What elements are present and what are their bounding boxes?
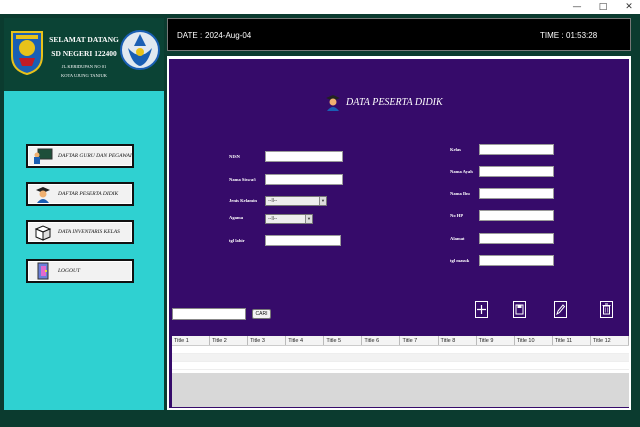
column-header[interactable]: Title 2: [210, 336, 249, 345]
graduate-student-icon: [326, 95, 340, 111]
pencil-icon: [554, 301, 567, 318]
nisn-input[interactable]: [265, 151, 343, 162]
nama-ayah-label: Nama Ayah: [450, 169, 473, 174]
nav-logout-button[interactable]: LOGOUT: [26, 259, 134, 283]
main-panel: DATA PESERTA DIDIK NISN Nama Siswa/i Jen…: [167, 56, 631, 410]
date-value: 2024-Aug-04: [205, 31, 252, 40]
save-button[interactable]: [512, 300, 527, 319]
column-header[interactable]: Title 6: [362, 336, 401, 345]
search-input[interactable]: [172, 308, 246, 320]
kelas-label: Kelas: [450, 147, 461, 152]
maximize-button[interactable]: □: [596, 1, 610, 13]
kelas-input[interactable]: [479, 144, 554, 155]
graduate-student-icon: [32, 184, 54, 204]
table-empty-area: [172, 373, 629, 407]
tgl-masuk-label: tgl masuk: [450, 258, 470, 263]
time-value: 01:53:28: [566, 31, 598, 40]
column-header[interactable]: Title 4: [286, 336, 325, 345]
nama-siswa-label: Nama Siswa/i: [229, 177, 256, 182]
school-name: SD NEGERI 122400: [51, 49, 117, 58]
tgl-masuk-input[interactable]: [479, 255, 554, 266]
column-header[interactable]: Title 12: [591, 336, 629, 345]
nav-daftar-peserta-button[interactable]: DAFTAR PESERTA DIDIK: [26, 182, 134, 206]
nav-logout-label: LOGOUT: [58, 268, 81, 274]
agama-select[interactable]: --Il-- ▼: [265, 214, 313, 224]
time-label: TIME :: [540, 31, 564, 40]
welcome-text: SELAMAT DATANG: [49, 35, 119, 44]
nav-inventaris-kelas-label: DATA INVENTARIS KELAS: [58, 229, 120, 235]
column-header[interactable]: Title 5: [324, 336, 363, 345]
sidebar: SELAMAT DATANG SD NEGERI 122400 JL.KERID…: [4, 18, 164, 410]
minimize-button[interactable]: —: [570, 1, 584, 13]
school-city: KOTA UJUNG TANJUK: [61, 73, 107, 78]
nama-ibu-label: Nama Ibu: [450, 191, 470, 196]
column-header[interactable]: Title 10: [515, 336, 553, 345]
tgl-lahir-label: tgl lahir: [229, 238, 245, 243]
school-address: JL.KERIDUPAN NO 01: [61, 64, 107, 69]
table-header: Title 1 Title 2 Title 3 Title 4 Title 5 …: [172, 336, 629, 346]
nav-daftar-guru-button[interactable]: DAFTAR GURU DAN PEGAWAI: [26, 144, 134, 168]
alamat-label: Alamat: [450, 236, 465, 241]
chevron-down-icon: ▼: [305, 215, 312, 223]
agama-value: --Il--: [268, 216, 278, 222]
nav-daftar-guru-label: DAFTAR GURU DAN PEGAWAI: [58, 153, 132, 159]
table-row[interactable]: [172, 354, 629, 362]
nama-ayah-input[interactable]: [479, 166, 554, 177]
chevron-down-icon: ▼: [319, 197, 326, 205]
date-label: DATE :: [177, 31, 203, 40]
box-icon: [32, 222, 54, 242]
door-exit-icon: [32, 261, 54, 281]
nama-ibu-input[interactable]: [479, 188, 554, 199]
add-button[interactable]: [474, 300, 489, 319]
jenis-kelamin-label: Jenis Kelamin: [229, 198, 257, 203]
column-header[interactable]: Title 9: [477, 336, 515, 345]
no-hp-label: No HP: [450, 213, 464, 218]
tgl-lahir-input[interactable]: [265, 235, 341, 246]
column-header[interactable]: Title 1: [172, 336, 211, 345]
tut-wuri-handayani-logo: [120, 30, 160, 70]
teacher-board-icon: [32, 146, 54, 166]
student-table[interactable]: Title 1 Title 2 Title 3 Title 4 Title 5 …: [172, 336, 629, 407]
column-header[interactable]: Title 8: [439, 336, 477, 345]
plus-icon: [475, 301, 488, 318]
table-row[interactable]: [172, 346, 629, 354]
nav-daftar-peserta-label: DAFTAR PESERTA DIDIK: [58, 191, 119, 197]
column-header[interactable]: Title 3: [248, 336, 287, 345]
column-header[interactable]: Title 7: [400, 336, 439, 345]
close-button[interactable]: ✕: [622, 1, 636, 13]
page-title: DATA PESERTA DIDIK: [325, 93, 443, 111]
floppy-disk-icon: [513, 301, 526, 318]
search-button[interactable]: CARI: [252, 309, 271, 319]
student-form-panel: DATA PESERTA DIDIK NISN Nama Siswa/i Jen…: [169, 59, 629, 408]
no-hp-input[interactable]: [479, 210, 554, 221]
nav-inventaris-kelas-button[interactable]: DATA INVENTARIS KELAS: [26, 220, 134, 244]
jenis-kelamin-value: --Il--: [268, 198, 278, 204]
sidebar-header: SELAMAT DATANG SD NEGERI 122400 JL.KERID…: [4, 18, 164, 91]
agama-label: Agama: [229, 215, 244, 220]
nama-siswa-input[interactable]: [265, 174, 343, 185]
window-titlebar: — □ ✕: [0, 0, 640, 14]
trash-icon: [600, 301, 613, 318]
jenis-kelamin-select[interactable]: --Il-- ▼: [265, 196, 327, 206]
window-controls: — □ ✕: [570, 1, 636, 13]
nisn-label: NISN: [229, 154, 240, 159]
column-header[interactable]: Title 11: [553, 336, 591, 345]
alamat-input[interactable]: [479, 233, 554, 244]
delete-button[interactable]: [599, 300, 614, 319]
table-row[interactable]: [172, 362, 629, 370]
top-status-bar: DATE : 2024-Aug-04 TIME : 01:53:28: [167, 18, 631, 51]
edit-button[interactable]: [553, 300, 568, 319]
regional-emblem-logo: [11, 31, 43, 76]
page-title-text: DATA PESERTA DIDIK: [346, 96, 443, 108]
